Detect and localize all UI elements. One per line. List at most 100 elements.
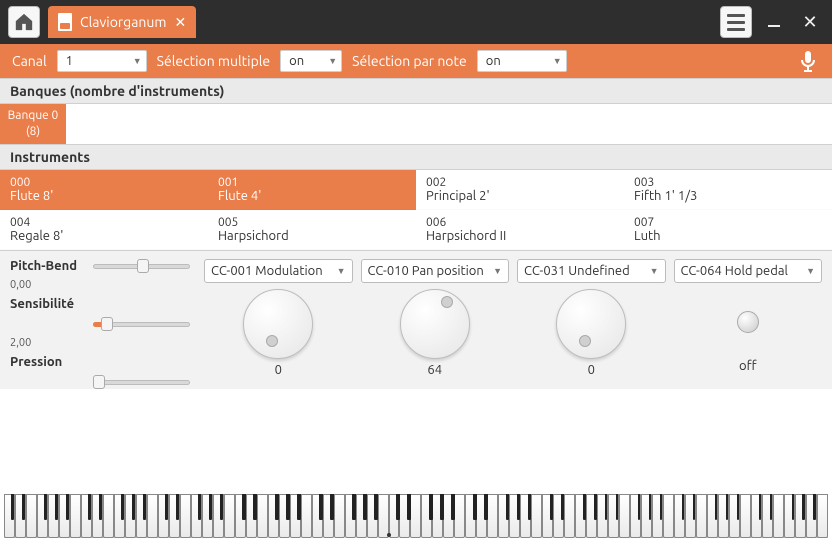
black-key[interactable] xyxy=(396,494,400,520)
pitchbend-slider[interactable] xyxy=(93,259,190,273)
black-key[interactable] xyxy=(11,494,13,520)
title-bar: Claviorganum ✕ ✕ xyxy=(0,0,832,44)
pitchbend-label: Pitch-Bend xyxy=(10,259,85,273)
instrument-cell[interactable]: 005Harpsichord xyxy=(208,210,416,250)
sensibility-slider[interactable] xyxy=(93,317,190,331)
black-key[interactable] xyxy=(759,494,761,520)
black-key[interactable] xyxy=(297,494,301,520)
virtual-keyboard[interactable] xyxy=(4,494,828,538)
black-key[interactable] xyxy=(802,494,804,520)
document-tab[interactable]: Claviorganum ✕ xyxy=(48,6,196,38)
menu-button[interactable] xyxy=(720,6,752,38)
instrument-name: Flute 8' xyxy=(10,189,198,203)
black-key[interactable] xyxy=(275,494,279,520)
black-key[interactable] xyxy=(506,494,510,520)
cc-select[interactable]: CC-031 Undefined▼ xyxy=(517,259,666,283)
black-key[interactable] xyxy=(319,494,323,520)
canal-label: Canal xyxy=(12,53,47,69)
black-key[interactable] xyxy=(330,494,334,520)
cc-knob[interactable] xyxy=(556,289,626,359)
instrument-number: 005 xyxy=(218,216,406,229)
black-key[interactable] xyxy=(176,494,178,520)
tab-close-icon[interactable]: ✕ xyxy=(175,14,187,31)
canal-select[interactable]: 1 ▼ xyxy=(57,50,147,72)
black-key[interactable] xyxy=(132,494,134,520)
instrument-cell[interactable]: 003Fifth 1' 1/3 xyxy=(624,170,832,210)
bank-cell[interactable]: Banque 0 (8) xyxy=(0,104,66,144)
cc-select[interactable]: CC-064 Hold pedal▼ xyxy=(674,259,823,283)
black-key[interactable] xyxy=(726,494,728,520)
black-key[interactable] xyxy=(616,494,618,520)
instrument-cell[interactable]: 000Flute 8' xyxy=(0,170,208,210)
black-key[interactable] xyxy=(682,494,684,520)
cc-knob-row: 0640off xyxy=(204,289,822,377)
black-key[interactable] xyxy=(451,494,455,520)
cc-knob-cell: 0 xyxy=(517,289,666,377)
instrument-cell[interactable]: 006Harpsichord II xyxy=(416,210,624,250)
black-key[interactable] xyxy=(407,494,411,520)
cc-label: CC-010 Pan position xyxy=(368,264,484,278)
black-key[interactable] xyxy=(66,494,68,520)
black-key[interactable] xyxy=(473,494,477,520)
black-key[interactable] xyxy=(198,494,200,520)
black-key[interactable] xyxy=(649,494,651,520)
instrument-cell[interactable]: 004Regale 8' xyxy=(0,210,208,250)
black-key[interactable] xyxy=(55,494,57,520)
black-key[interactable] xyxy=(209,494,211,520)
black-key[interactable] xyxy=(561,494,565,520)
instrument-cell[interactable]: 001Flute 4' xyxy=(208,170,416,210)
microphone-icon[interactable] xyxy=(796,49,820,73)
black-key[interactable] xyxy=(693,494,695,520)
black-key[interactable] xyxy=(528,494,532,520)
black-key[interactable] xyxy=(143,494,145,520)
instrument-cell[interactable]: 002Principal 2' xyxy=(416,170,624,210)
black-key[interactable] xyxy=(220,494,222,520)
black-key[interactable] xyxy=(770,494,772,520)
black-key[interactable] xyxy=(286,494,290,520)
cc-knob-cell: 64 xyxy=(361,289,510,377)
black-key[interactable] xyxy=(242,494,246,520)
black-key[interactable] xyxy=(429,494,433,520)
instrument-number: 006 xyxy=(426,216,614,229)
black-key[interactable] xyxy=(440,494,444,520)
black-key[interactable] xyxy=(605,494,607,520)
home-button[interactable] xyxy=(8,6,40,38)
black-key[interactable] xyxy=(813,494,815,520)
black-key[interactable] xyxy=(88,494,90,520)
black-key[interactable] xyxy=(352,494,356,520)
instrument-cell[interactable]: 007Luth xyxy=(624,210,832,250)
black-key[interactable] xyxy=(374,494,378,520)
black-key[interactable] xyxy=(792,494,794,520)
cc-led[interactable] xyxy=(737,311,759,333)
black-key[interactable] xyxy=(638,494,640,520)
window-close-button[interactable]: ✕ xyxy=(796,8,824,36)
instrument-number: 000 xyxy=(10,176,198,189)
window-minimize-button[interactable] xyxy=(760,8,788,36)
black-key[interactable] xyxy=(583,494,587,520)
pressure-slider[interactable] xyxy=(93,375,190,389)
cc-knob[interactable] xyxy=(400,289,470,359)
black-key[interactable] xyxy=(99,494,101,520)
cc-select[interactable]: CC-010 Pan position▼ xyxy=(361,259,510,283)
note-select[interactable]: on ▼ xyxy=(477,50,567,72)
black-key[interactable] xyxy=(484,494,488,520)
chevron-down-icon: ▼ xyxy=(650,266,659,276)
black-key[interactable] xyxy=(44,494,46,520)
cc-knob[interactable] xyxy=(243,289,313,359)
black-key[interactable] xyxy=(550,494,554,520)
black-key[interactable] xyxy=(165,494,167,520)
black-key[interactable] xyxy=(517,494,521,520)
black-key[interactable] xyxy=(22,494,24,520)
cc-value: off xyxy=(739,359,757,373)
black-key[interactable] xyxy=(363,494,367,520)
black-key[interactable] xyxy=(737,494,739,520)
black-key[interactable] xyxy=(253,494,257,520)
cc-column: CC-001 Modulation▼CC-010 Pan position▼CC… xyxy=(204,259,822,377)
selector-bar: Canal 1 ▼ Sélection multiple on ▼ Sélect… xyxy=(0,44,832,78)
black-key[interactable] xyxy=(121,494,123,520)
black-key[interactable] xyxy=(660,494,662,520)
hamburger-icon xyxy=(727,14,745,17)
multi-select[interactable]: on ▼ xyxy=(280,50,342,72)
black-key[interactable] xyxy=(715,494,717,520)
cc-select[interactable]: CC-001 Modulation▼ xyxy=(204,259,353,283)
